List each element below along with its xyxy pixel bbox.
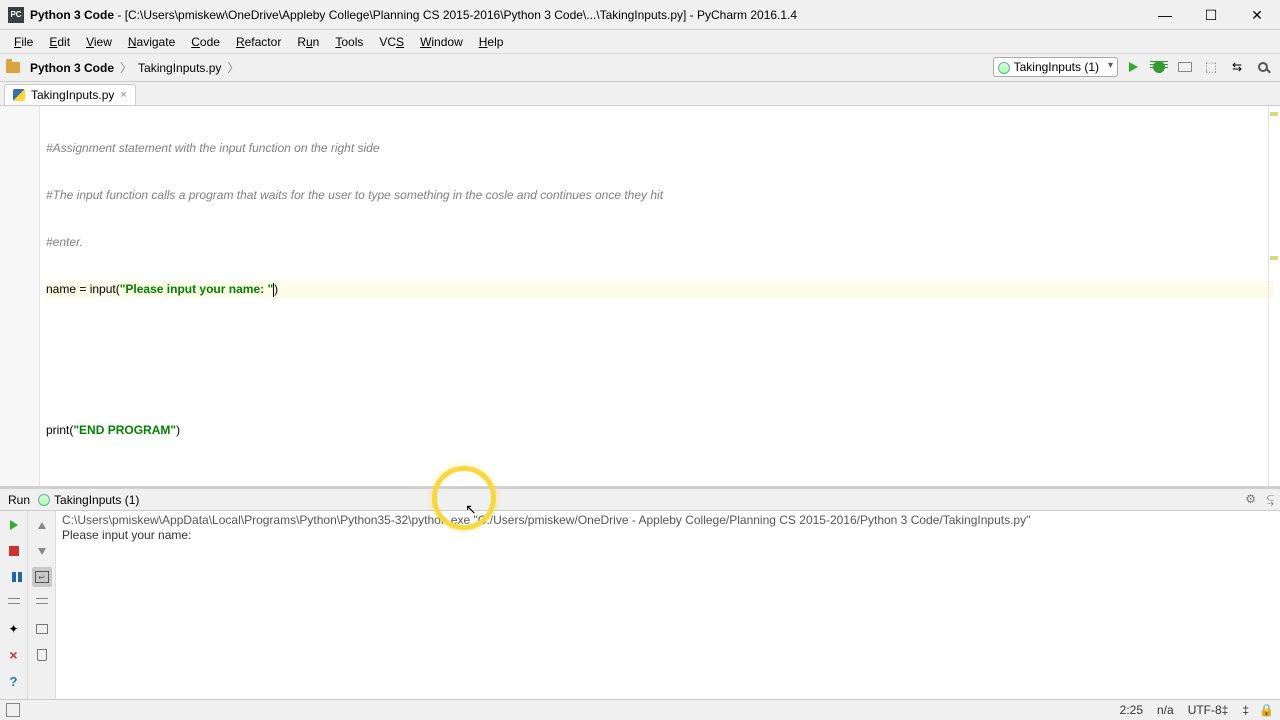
breadcrumb-sep-icon: 〉: [120, 59, 132, 76]
menu-run[interactable]: Run: [289, 32, 327, 52]
menu-file[interactable]: File: [6, 32, 41, 52]
menu-vcs[interactable]: VCS: [371, 32, 412, 52]
rerun-button[interactable]: [4, 515, 24, 535]
soft-wrap-button[interactable]: ↩: [32, 567, 52, 587]
menu-help[interactable]: Help: [471, 32, 512, 52]
code-active-line: name = input("Please input your name: "): [46, 281, 1274, 298]
pin-icon: ✦: [8, 622, 18, 636]
soft-wrap-icon: ↩: [35, 571, 49, 583]
editor-tabbar: TakingInputs.py ×: [0, 82, 1280, 106]
bug-icon: [1153, 61, 1165, 73]
trace-up-button[interactable]: [32, 515, 52, 535]
editor-marker-strip[interactable]: [1268, 106, 1280, 486]
run-config-name: TakingInputs (1): [54, 493, 139, 507]
help-icon: ?: [10, 674, 18, 689]
print-icon: [36, 624, 48, 634]
console-prompt-line: Please input your name:: [62, 528, 195, 542]
play-icon: [1129, 62, 1138, 72]
code-editor[interactable]: #Assignment statement with the input fun…: [0, 106, 1280, 486]
menu-edit[interactable]: Edit: [41, 32, 78, 52]
status-bar: 2:25 n/a UTF-8‡ ‡ 🔒: [0, 699, 1280, 720]
scroll-end-icon: [36, 598, 48, 608]
app-icon: PC: [8, 7, 24, 23]
window-maximize-button[interactable]: ☐: [1188, 0, 1234, 30]
console-output[interactable]: C:\Users\pmiskew\AppData\Local\Programs\…: [56, 511, 1280, 699]
stop-process-button[interactable]: ⬚: [1200, 56, 1222, 78]
code-comment-line: #Assignment statement with the input fun…: [46, 141, 380, 155]
close-tab-button[interactable]: ×: [4, 645, 24, 665]
tool-windows-button[interactable]: [6, 703, 20, 717]
run-tool-window: Run TakingInputs (1) ⚙ ⥹ ✦ × ? ↩ C:\User…: [0, 489, 1280, 699]
breadcrumb-file[interactable]: TakingInputs.py: [134, 59, 225, 77]
warning-marker[interactable]: [1270, 256, 1278, 260]
run-toolbar-left: ✦ × ?: [0, 511, 28, 699]
tool-window-settings-button[interactable]: ⚙: [1245, 492, 1256, 506]
status-encoding[interactable]: UTF-8‡: [1188, 703, 1229, 717]
print-button[interactable]: [32, 619, 52, 639]
arrow-down-icon: [38, 548, 46, 555]
status-caret-pos: 2:25: [1120, 703, 1143, 717]
coverage-icon: [1178, 62, 1192, 72]
search-icon: [1258, 62, 1268, 72]
play-icon: [10, 520, 18, 530]
code-comment-line: #The input function calls a program that…: [46, 188, 663, 202]
trace-down-button[interactable]: [32, 541, 52, 561]
window-minimize-button[interactable]: —: [1142, 0, 1188, 30]
debug-button[interactable]: [1148, 56, 1170, 78]
menu-code[interactable]: Code: [183, 32, 228, 52]
tool-window-hide-button[interactable]: ⥹: [1267, 492, 1274, 507]
stop-button[interactable]: [4, 541, 24, 561]
pause-button[interactable]: [4, 567, 24, 587]
coverage-button[interactable]: [1174, 56, 1196, 78]
tab-close-button[interactable]: ×: [120, 89, 126, 101]
run-config-dropdown[interactable]: TakingInputs (1): [993, 57, 1118, 77]
pause-icon: [12, 572, 16, 582]
run-panel-header: Run TakingInputs (1) ⚙ ⥹: [0, 489, 1280, 511]
python-file-icon: [13, 89, 25, 101]
scroll-to-end-button[interactable]: [32, 593, 52, 613]
editor-gutter: [0, 106, 40, 486]
main-menubar: File Edit View Navigate Code Refactor Ru…: [0, 30, 1280, 54]
warning-marker[interactable]: [1270, 112, 1278, 116]
breadcrumb-root[interactable]: Python 3 Code: [26, 59, 118, 77]
code-comment-line: #enter.: [46, 235, 83, 249]
run-button[interactable]: [1122, 56, 1144, 78]
stop-icon: [9, 546, 19, 556]
window-titlebar: PC Python 3 Code - [C:\Users\pmiskew\One…: [0, 0, 1280, 30]
arrow-up-icon: [38, 522, 46, 529]
run-toolbar-right: ↩: [28, 511, 56, 699]
console-exe-line: C:\Users\pmiskew\AppData\Local\Programs\…: [62, 513, 1030, 527]
sync-icon: ⇆: [1232, 60, 1242, 74]
clear-all-button[interactable]: [32, 645, 52, 665]
layout-icon: [8, 598, 20, 608]
menu-refactor[interactable]: Refactor: [228, 32, 289, 52]
close-icon: ×: [9, 647, 17, 663]
run-config-icon: [38, 494, 50, 506]
gear-icon: ⬚: [1205, 59, 1217, 75]
search-everywhere-button[interactable]: [1252, 56, 1274, 78]
run-panel-label: Run: [8, 493, 30, 507]
help-button[interactable]: ?: [4, 671, 24, 691]
update-button[interactable]: ⇆: [1226, 56, 1248, 78]
editor-tab[interactable]: TakingInputs.py ×: [4, 84, 136, 105]
pin-tab-button[interactable]: ✦: [4, 619, 24, 639]
navigation-bar: Python 3 Code 〉 TakingInputs.py 〉 Taking…: [0, 54, 1280, 82]
menu-window[interactable]: Window: [412, 32, 471, 52]
status-line-sep[interactable]: n/a: [1157, 703, 1174, 717]
breadcrumb-sep-icon: 〉: [227, 59, 239, 76]
menu-tools[interactable]: Tools: [327, 32, 371, 52]
status-readonly[interactable]: ‡: [1242, 703, 1249, 717]
lock-icon: 🔒: [1259, 703, 1274, 717]
trash-icon: [37, 649, 47, 661]
menu-navigate[interactable]: Navigate: [120, 32, 183, 52]
window-title: Python 3 Code - [C:\Users\pmiskew\OneDri…: [30, 8, 797, 22]
menu-view[interactable]: View: [78, 32, 120, 52]
window-close-button[interactable]: ✕: [1234, 0, 1280, 30]
editor-tab-label: TakingInputs.py: [31, 88, 114, 102]
restore-layout-button[interactable]: [4, 593, 24, 613]
folder-icon: [6, 62, 20, 73]
